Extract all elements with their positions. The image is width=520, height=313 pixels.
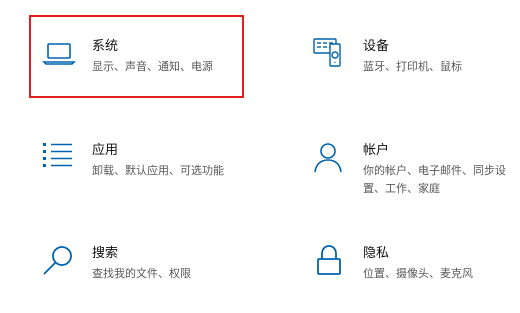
tile-apps[interactable]: 应用 卸载、默认应用、可选功能 <box>42 142 252 182</box>
selection-highlight <box>29 15 244 98</box>
apps-list-icon <box>42 142 78 178</box>
tile-privacy[interactable]: 隐私 位置、摄像头、麦克风 <box>313 245 513 285</box>
tile-description: 卸载、默认应用、可选功能 <box>92 164 224 177</box>
tile-search[interactable]: 搜索 查找我的文件、权限 <box>42 245 232 285</box>
tile-accounts[interactable]: 帐户 你的帐户、电子邮件、同步设置、工作、家庭 <box>313 142 520 202</box>
tile-description: 你的帐户、电子邮件、同步设置、工作、家庭 <box>363 164 506 195</box>
tile-description: 蓝牙、打印机、鼠标 <box>363 60 462 73</box>
tile-title: 设备 <box>363 39 390 54</box>
tile-title: 帐户 <box>363 143 390 158</box>
search-icon <box>42 245 78 281</box>
tile-title: 隐私 <box>363 246 390 261</box>
tile-description: 位置、摄像头、麦克风 <box>363 267 473 280</box>
tile-description: 查找我的文件、权限 <box>92 267 191 280</box>
tile-devices[interactable]: 设备 蓝牙、打印机、鼠标 <box>313 38 513 78</box>
devices-icon <box>313 38 349 74</box>
tile-title: 搜索 <box>92 246 119 261</box>
person-icon <box>313 142 349 178</box>
lock-icon <box>313 245 349 281</box>
tile-title: 应用 <box>92 143 119 158</box>
